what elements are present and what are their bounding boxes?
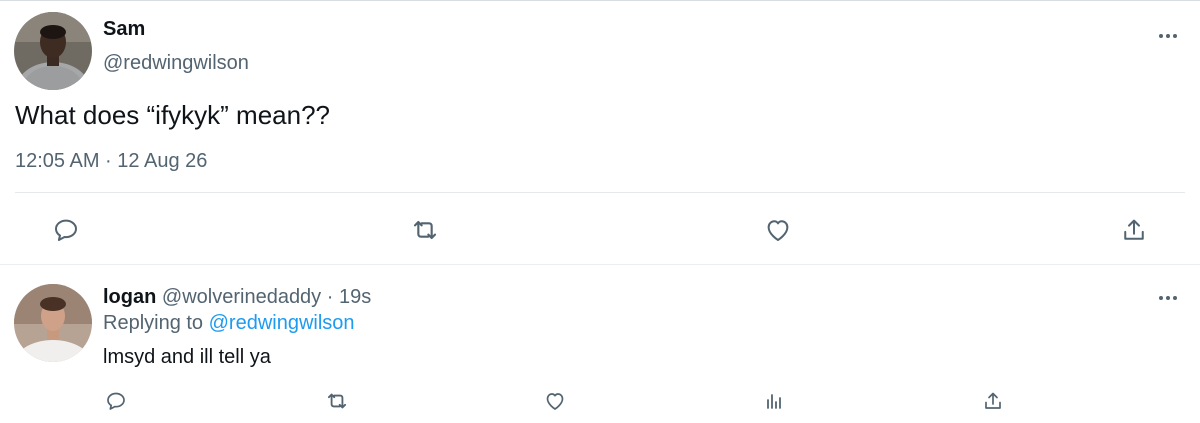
more-dot — [1166, 296, 1170, 300]
avatar-photo-icon — [14, 12, 92, 90]
main-tweet-text: What does “ifykyk” mean?? — [15, 100, 331, 130]
more-dot — [1166, 34, 1170, 38]
analytics-icon — [767, 394, 781, 409]
main-tweet-timestamp[interactable]: 12:05 AM · 12 Aug 26 — [15, 150, 207, 173]
main-tweet-author-handle[interactable]: @redwingwilson — [103, 52, 249, 75]
like-icon — [546, 393, 564, 410]
replying-to-prefix: Replying to — [103, 312, 204, 334]
reply-age[interactable]: 19s — [339, 286, 371, 308]
retweet-icon — [327, 393, 347, 409]
main-like-button[interactable] — [758, 210, 798, 250]
reply-author-handle[interactable]: @wolverinedaddy — [162, 286, 321, 308]
like-icon — [767, 220, 789, 241]
avatar-photo-icon — [14, 284, 92, 362]
main-tweet-more-button[interactable] — [1156, 31, 1180, 41]
main-tweet-author-name[interactable]: Sam — [103, 18, 145, 41]
reply-like-button[interactable] — [540, 386, 570, 416]
reply-header: logan @wolverinedaddy · 19s — [103, 286, 371, 309]
main-tweet-avatar[interactable] — [14, 12, 92, 90]
reply-reply-button[interactable] — [101, 386, 131, 416]
main-reply-button[interactable] — [46, 210, 86, 250]
main-share-button[interactable] — [1114, 210, 1154, 250]
retweet-icon — [413, 220, 437, 240]
main-tweet-divider — [15, 192, 1185, 193]
reply-avatar[interactable] — [14, 284, 92, 362]
reply-icon — [55, 219, 77, 241]
section-divider — [0, 264, 1200, 265]
top-border — [0, 0, 1200, 1]
more-dot — [1173, 34, 1177, 38]
more-dot — [1159, 34, 1163, 38]
replying-to-line: Replying to @redwingwilson — [103, 312, 355, 335]
reply-analytics-button[interactable] — [759, 386, 789, 416]
replying-to-link[interactable]: @redwingwilson — [209, 312, 355, 334]
more-dot — [1173, 296, 1177, 300]
reply-more-button[interactable] — [1156, 293, 1180, 303]
more-dot — [1159, 296, 1163, 300]
share-icon — [1124, 219, 1144, 240]
reply-author-name[interactable]: logan — [103, 286, 156, 308]
reply-share-button[interactable] — [978, 386, 1008, 416]
reply-separator: · — [326, 286, 334, 308]
share-icon — [985, 392, 1001, 409]
main-retweet-button[interactable] — [405, 210, 445, 250]
reply-text: lmsyd and ill tell ya — [103, 346, 271, 368]
reply-retweet-button[interactable] — [322, 386, 352, 416]
reply-icon — [107, 392, 125, 410]
